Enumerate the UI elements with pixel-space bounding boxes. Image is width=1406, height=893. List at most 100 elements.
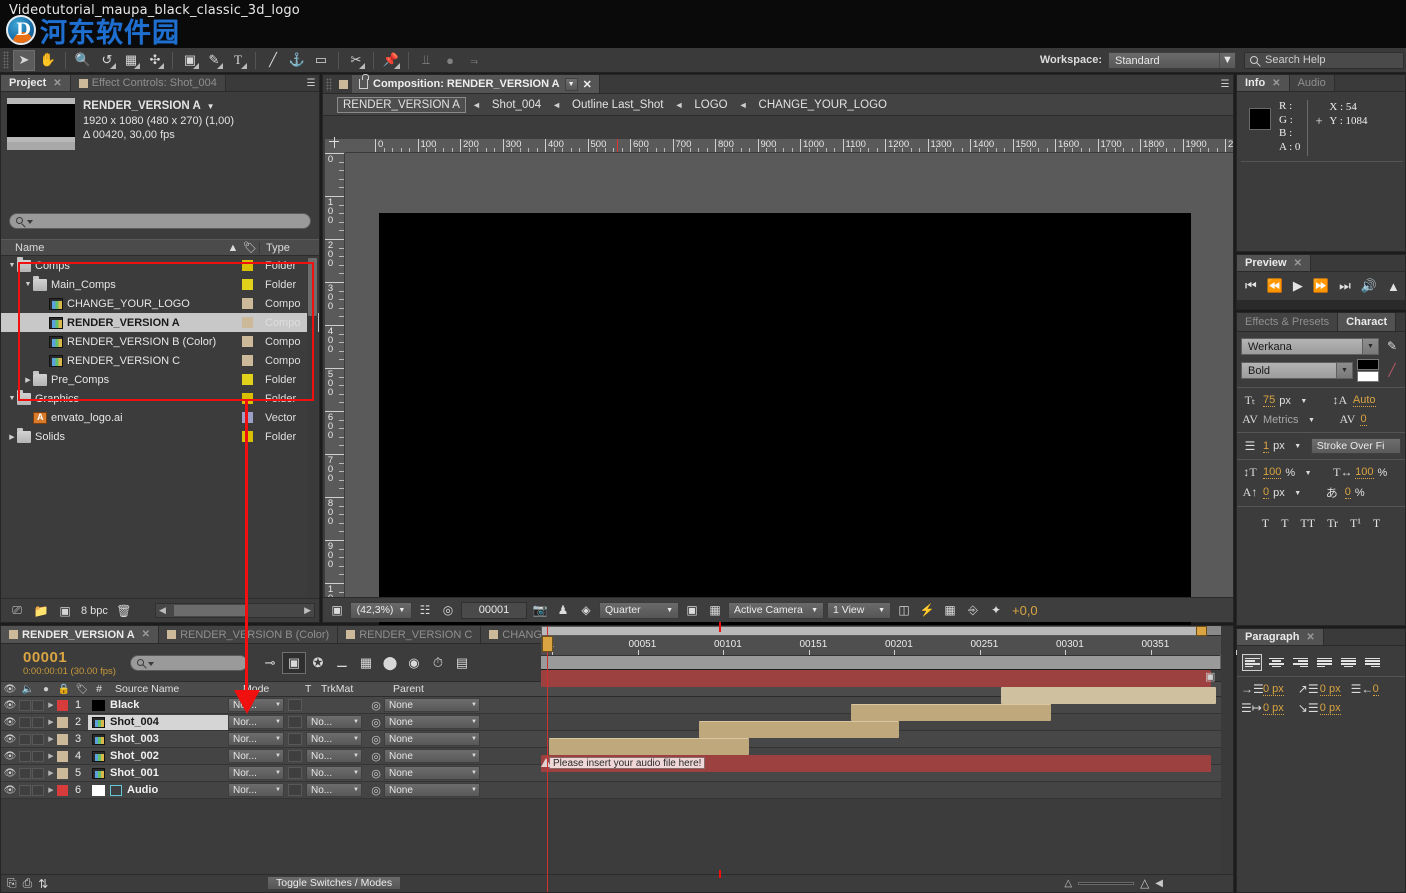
disclosure-triangle-icon[interactable]: ▼: [7, 262, 17, 269]
timeline-clip[interactable]: [1001, 687, 1216, 704]
space-before-value[interactable]: 0 px: [1263, 702, 1284, 715]
layer-preserve-transparency[interactable]: [288, 733, 302, 745]
layer-disclosure-icon[interactable]: ▶: [45, 701, 57, 709]
timeline-tab[interactable]: RENDER_VERSION C: [338, 626, 481, 643]
align-center-icon[interactable]: [1266, 654, 1286, 671]
region-of-interest-icon[interactable]: ◎: [438, 601, 458, 619]
layer-preserve-transparency[interactable]: [288, 750, 302, 762]
prev-frame-icon[interactable]: ⏪: [1267, 278, 1283, 294]
timeline-current-time[interactable]: 00001 0:00:00:01 (30.00 fps): [1, 649, 116, 677]
timeline-clip[interactable]: [541, 670, 1211, 687]
layer-disclosure-icon[interactable]: ▶: [45, 718, 57, 726]
comp-flowchart-icon[interactable]: ⎆: [963, 601, 983, 619]
draft-3d-icon[interactable]: ▣: [282, 652, 306, 674]
disclosure-triangle-icon[interactable]: ▶: [7, 433, 17, 441]
project-list-item[interactable]: ▼GraphicsFolder: [1, 389, 319, 408]
next-frame-icon[interactable]: ⏩: [1313, 278, 1329, 294]
tab-preview[interactable]: Preview ✕: [1237, 255, 1311, 271]
comp-settings-icon[interactable]: ▣: [57, 604, 73, 618]
zoom-in-timeline-icon[interactable]: △: [1140, 876, 1149, 890]
layer-solo-toggle[interactable]: [32, 734, 44, 745]
layer-mode-select[interactable]: Nor...▼: [228, 766, 284, 780]
stroke-mode-select[interactable]: Stroke Over Fi: [1311, 438, 1401, 454]
align-vertical-icon[interactable]: ⫬: [463, 50, 485, 71]
leading-value[interactable]: Auto: [1353, 394, 1376, 407]
text-style-button[interactable]: T: [1278, 516, 1291, 531]
lock-icon[interactable]: [359, 79, 368, 89]
font-size-value[interactable]: 75: [1263, 394, 1275, 407]
align-left-icon[interactable]: [1242, 654, 1262, 671]
breadcrumb-item[interactable]: CHANGE_YOUR_LOGO: [754, 98, 892, 112]
eraser-tool-icon[interactable]: ▭: [310, 50, 332, 71]
eyedropper-icon[interactable]: ✎: [1383, 339, 1401, 354]
scroll-left-icon[interactable]: ◀: [1155, 878, 1163, 889]
channel-rgb-icon[interactable]: ◈: [576, 601, 596, 619]
preview-scroll-row[interactable]: [1237, 300, 1405, 309]
layer-mode-select[interactable]: Nor...▼: [228, 749, 284, 763]
layer-source-name-cell[interactable]: Shot_002: [88, 749, 228, 764]
last-frame-icon[interactable]: ⏭: [1339, 278, 1351, 294]
scrollbar-thumb[interactable]: [308, 258, 317, 316]
parent-pickwhip-icon[interactable]: ◎: [368, 750, 384, 763]
font-style-select[interactable]: Bold ▼: [1241, 362, 1353, 379]
chevron-down-icon[interactable]: ▼: [1295, 397, 1313, 405]
timeline-zoom-slider[interactable]: [1078, 882, 1134, 885]
tab-info[interactable]: Info ✕: [1237, 75, 1290, 91]
type-tool-icon[interactable]: T: [227, 50, 249, 71]
selection-tool-icon[interactable]: ➤: [13, 50, 35, 71]
project-list-item[interactable]: ▶Pre_CompsFolder: [1, 370, 319, 389]
indent-first-value[interactable]: 0 px: [1320, 683, 1341, 696]
audio-speaker-icon[interactable]: 🔊: [1361, 278, 1377, 294]
timeline-search-input[interactable]: [130, 655, 248, 671]
chevron-down-icon[interactable]: ▼: [1289, 489, 1307, 497]
grid-guides-icon[interactable]: ☷: [415, 601, 435, 619]
resolution-select[interactable]: Quarter ▼: [599, 602, 679, 619]
layer-parent-select[interactable]: None▼: [384, 749, 480, 763]
breadcrumb-item[interactable]: RENDER_VERSION A: [337, 97, 466, 113]
layer-mode-select[interactable]: Nor...▼: [228, 715, 284, 729]
text-style-button[interactable]: T¹: [1347, 516, 1364, 531]
toolbar-grip[interactable]: [3, 51, 9, 69]
view-layout-select[interactable]: 1 View ▼: [827, 602, 891, 619]
timeline-clips[interactable]: Please insert your audio file here!▣: [541, 670, 1233, 892]
project-search-input[interactable]: [9, 213, 311, 229]
disclosure-triangle-icon[interactable]: ▶: [23, 376, 33, 384]
hand-tool-icon[interactable]: ✋: [37, 50, 59, 71]
layer-preserve-transparency[interactable]: [288, 784, 302, 796]
chevron-down-icon[interactable]: ▼: [207, 102, 215, 111]
composition-viewer[interactable]: [345, 153, 1233, 607]
tab-character[interactable]: Charact: [1338, 313, 1396, 331]
column-type[interactable]: Type: [259, 242, 319, 254]
stroke-color-swatch[interactable]: [1357, 371, 1379, 382]
horizontal-scale-value[interactable]: 100: [1355, 466, 1373, 479]
project-horizontal-scrollbar[interactable]: ◀ ▶: [155, 603, 315, 618]
stopwatch-icon[interactable]: ⏱: [426, 652, 450, 674]
composition-panel-menu-icon[interactable]: ☰: [1217, 75, 1233, 93]
layer-trkmat-select[interactable]: No...▼: [306, 783, 362, 797]
timeline-navigator-bar[interactable]: [541, 626, 1233, 636]
close-icon[interactable]: ✕: [53, 78, 61, 89]
layer-parent-select[interactable]: None▼: [384, 732, 480, 746]
layer-disclosure-icon[interactable]: ▶: [45, 786, 57, 794]
layer-trkmat-select[interactable]: No...▼: [306, 715, 362, 729]
label-color-swatch[interactable]: [242, 374, 253, 385]
parent-pickwhip-icon[interactable]: ◎: [368, 784, 384, 797]
first-frame-icon[interactable]: ⏮: [1245, 278, 1257, 294]
zoom-out-timeline-icon[interactable]: △: [1064, 878, 1072, 889]
scroll-right-icon[interactable]: ▶: [301, 605, 314, 616]
tab-effect-controls[interactable]: Effect Controls: Shot_004: [71, 75, 226, 91]
composition-mini-flowchart-icon[interactable]: ⊸: [258, 652, 282, 674]
layer-disclosure-icon[interactable]: ▶: [45, 769, 57, 777]
layer-source-name-cell[interactable]: Shot_003: [88, 732, 228, 747]
baseline-shift-value[interactable]: 0: [1263, 486, 1269, 499]
project-list-item[interactable]: envato_logo.aiVector: [1, 408, 319, 427]
tab-audio[interactable]: Audio: [1290, 75, 1335, 91]
puppet-pin-tool-icon[interactable]: 📌: [380, 50, 402, 71]
project-list-item[interactable]: ▼CompsFolder: [1, 256, 319, 275]
close-icon[interactable]: ✕: [583, 78, 592, 91]
project-list-item[interactable]: RENDER_VERSION B (Color)Compo: [1, 332, 319, 351]
align-right-icon[interactable]: [1290, 654, 1310, 671]
layer-audio-toggle[interactable]: [19, 768, 31, 779]
indent-left-value[interactable]: 0 px: [1263, 683, 1284, 696]
layer-label-color[interactable]: [57, 734, 68, 745]
